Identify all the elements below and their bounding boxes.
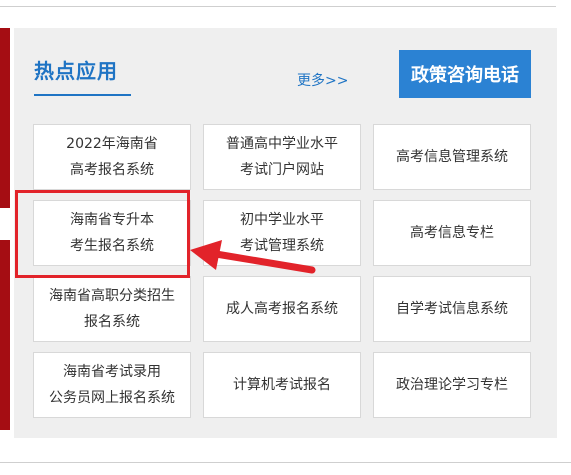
tile-label-line1: 普通高中学业水平 (226, 136, 338, 152)
app-tile-gaokao-info-column[interactable]: 高考信息专栏 (373, 200, 531, 266)
app-tile-junior-test-management[interactable]: 初中学业水平 考试管理系统 (203, 200, 361, 266)
tile-label-line1: 高考信息专栏 (410, 225, 494, 241)
app-tile-civil-service-registration[interactable]: 海南省考试录用 公务员网上报名系统 (33, 352, 191, 418)
app-tile-gaokao-info-management[interactable]: 高考信息管理系统 (373, 124, 531, 190)
tile-label-line1: 自学考试信息系统 (396, 301, 508, 317)
tile-label-line2: 报名系统 (84, 314, 140, 330)
tile-label-line1: 高考信息管理系统 (396, 149, 508, 165)
tile-label-line1: 2022年海南省 (66, 136, 158, 152)
tile-label-line2: 考试门户网站 (240, 162, 324, 178)
top-strip (0, 0, 556, 7)
app-tile-gaokao-registration[interactable]: 2022年海南省 高考报名系统 (33, 124, 191, 190)
section-title: 热点应用 (34, 59, 118, 83)
tile-label-line1: 海南省专升本 (70, 212, 154, 228)
title-underline (34, 94, 131, 96)
policy-hotline-button[interactable]: 政策咨询电话 (399, 50, 531, 98)
app-tile-political-theory-column[interactable]: 政治理论学习专栏 (373, 352, 531, 418)
bottom-strip (0, 462, 571, 475)
app-tile-computer-test-registration[interactable]: 计算机考试报名 (203, 352, 361, 418)
more-link[interactable]: 更多>> (297, 70, 348, 90)
tile-label-line1: 初中学业水平 (240, 212, 324, 228)
hot-apps-panel: 热点应用 更多>> 政策咨询电话 2022年海南省 高考报名系统 普通高中学业水平… (14, 28, 557, 438)
app-tile-upgrade-registration[interactable]: 海南省专升本 考生报名系统 (33, 200, 191, 266)
app-tile-self-study-info[interactable]: 自学考试信息系统 (373, 276, 531, 342)
tile-label-line2: 高考报名系统 (69, 162, 154, 178)
side-accent-bar-lower (0, 240, 10, 430)
tile-label-line1: 计算机考试报名 (233, 377, 331, 393)
tile-label-line1: 政治理论学习专栏 (396, 377, 508, 393)
side-accent-bar (0, 28, 10, 208)
tile-label-line2: 公务员网上报名系统 (49, 390, 175, 406)
tile-label-line1: 海南省高职分类招生 (49, 288, 175, 304)
tile-label-line2: 考试管理系统 (240, 238, 324, 254)
app-tile-adult-gaokao-registration[interactable]: 成人高考报名系统 (203, 276, 361, 342)
tile-label-line1: 海南省考试录用 (63, 364, 161, 380)
app-tile-vocational-enrollment[interactable]: 海南省高职分类招生 报名系统 (33, 276, 191, 342)
tile-label-line2: 考生报名系统 (70, 238, 154, 254)
app-tile-academic-test-portal[interactable]: 普通高中学业水平 考试门户网站 (203, 124, 361, 190)
tile-label-line1: 成人高考报名系统 (226, 301, 338, 317)
